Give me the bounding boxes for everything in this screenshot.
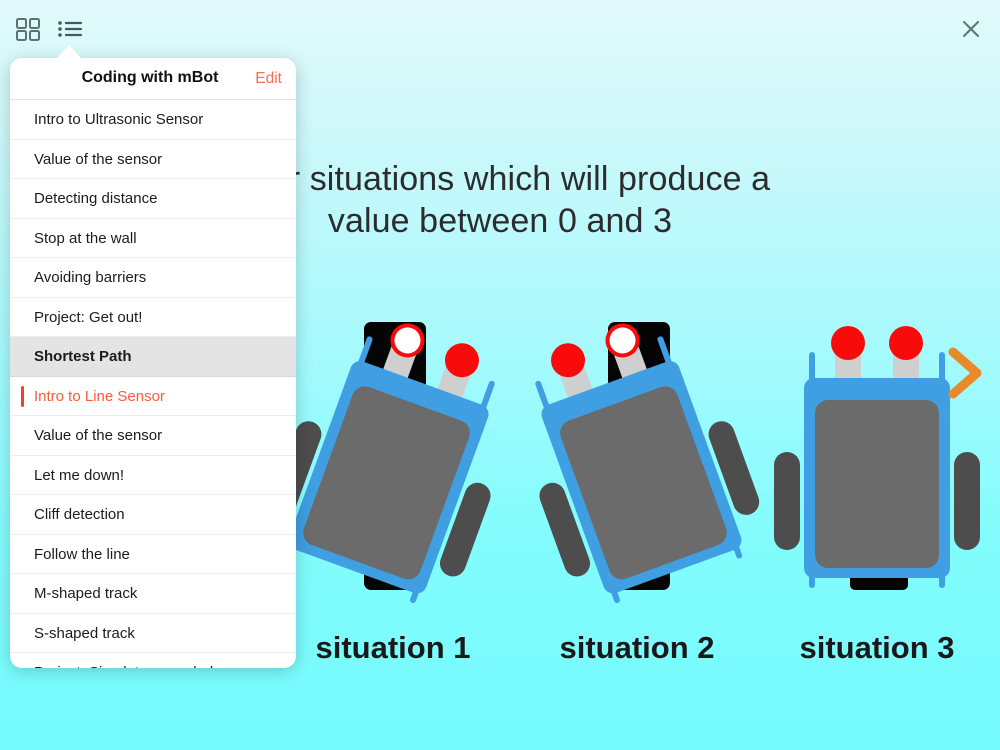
situation-label-3: situation 3 (799, 630, 955, 665)
edit-button[interactable]: Edit (255, 70, 282, 88)
list-item[interactable]: Detecting distance (10, 179, 296, 219)
list-item[interactable]: Let me down! (10, 456, 296, 495)
popover-title: Coding with mBot (81, 69, 219, 86)
robot-plate (815, 400, 939, 568)
grid-view-icon[interactable] (12, 14, 44, 44)
list-item[interactable]: Stop at the wall (10, 219, 296, 258)
list-item[interactable]: M-shaped track (10, 574, 296, 614)
popover-tail-triangle (56, 45, 82, 59)
list-item[interactable]: Follow the line (10, 535, 296, 574)
list-item-current[interactable]: Intro to Line Sensor (10, 377, 296, 416)
situation-card-2: situation 2 (512, 300, 763, 665)
list-item[interactable]: Intro to Ultrasonic Sensor (10, 100, 296, 140)
list-item[interactable]: Value of the sensor (10, 416, 296, 456)
robot-scene (512, 300, 763, 630)
contents-popover: Coding with mBot Edit Intro to Ultrasoni… (10, 58, 296, 668)
list-item[interactable]: Project: Simulate an ambulance (10, 653, 296, 668)
popover-header: Coding with mBot Edit (10, 58, 296, 100)
list-item[interactable]: S-shaped track (10, 614, 296, 653)
list-item[interactable]: Cliff detection (10, 495, 296, 535)
situation-label-1: situation 1 (315, 630, 471, 665)
list-section-header: Shortest Path (10, 337, 296, 377)
list-item[interactable]: Avoiding barriers (10, 258, 296, 298)
list-item[interactable]: Project: Get out! (10, 298, 296, 337)
situation-label-2: situation 2 (559, 630, 715, 665)
top-toolbar (0, 0, 1000, 58)
wheel-right (954, 452, 980, 550)
chevron-right-icon[interactable] (944, 344, 986, 402)
list-view-icon[interactable] (54, 14, 86, 44)
sensor-led-right (889, 326, 923, 360)
contents-list[interactable]: Intro to Ultrasonic Sensor Value of the … (10, 100, 296, 668)
list-item[interactable]: Value of the sensor (10, 140, 296, 179)
close-icon[interactable] (956, 14, 986, 44)
wheel-left (774, 452, 800, 550)
sensor-led-left (831, 326, 865, 360)
